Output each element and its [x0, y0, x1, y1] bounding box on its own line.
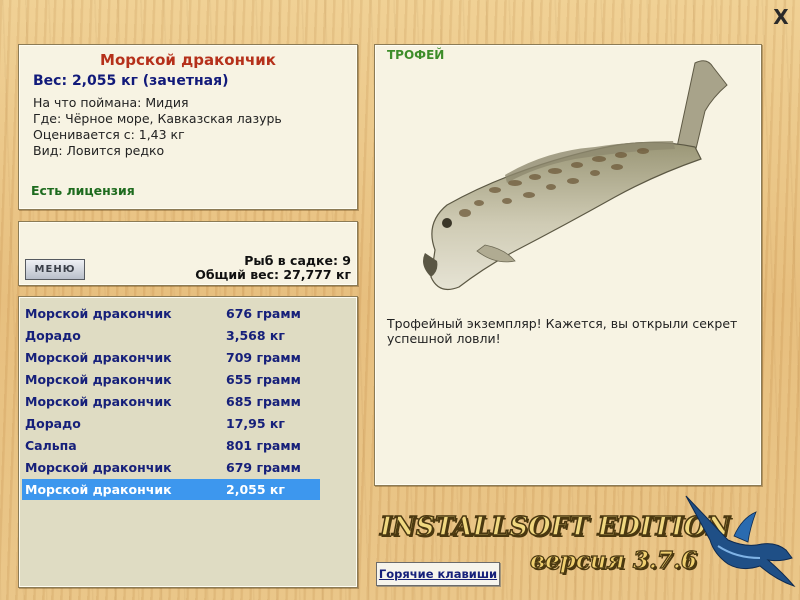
close-icon[interactable]: X	[770, 6, 792, 28]
catch-fish-name: Морской дракончик	[25, 394, 172, 409]
catch-fish-weight: 3,568 кг	[226, 328, 285, 343]
catch-row[interactable]: Морской дракончик 676 грамм	[22, 303, 320, 324]
rating-line: Оценивается с: 1,43 кг	[33, 127, 185, 142]
catch-fish-name: Морской дракончик	[25, 482, 172, 497]
license-status: Есть лицензия	[31, 183, 135, 198]
catch-row[interactable]: Морской дракончик 685 грамм	[22, 391, 320, 412]
menu-button[interactable]: МЕНЮ	[25, 259, 85, 280]
catch-fish-weight: 17,95 кг	[226, 416, 285, 431]
fish-image	[423, 60, 728, 290]
catch-fish-name: Сальпа	[25, 438, 77, 453]
catch-fish-name: Дорадо	[25, 328, 81, 343]
catch-fish-weight: 801 грамм	[226, 438, 301, 453]
catch-fish-name: Морской дракончик	[25, 306, 172, 321]
bait-line: На что поймана: Мидия	[33, 95, 189, 110]
keepnet-summary-panel: МЕНЮ Рыб в садке: 9 Общий вес: 27,777 кг	[18, 221, 358, 286]
keepnet-count: Рыб в садке: 9	[244, 253, 351, 268]
catch-fish-weight: 679 грамм	[226, 460, 301, 475]
fish-weight: Вес: 2,055 кг (зачетная)	[33, 73, 229, 89]
catch-fish-weight: 655 грамм	[226, 372, 301, 387]
catch-row[interactable]: Дорадо 17,95 кг	[22, 413, 320, 434]
catch-fish-weight: 2,055 кг	[226, 482, 285, 497]
catch-fish-name: Дорадо	[25, 416, 81, 431]
catch-row[interactable]: Морской дракончик 679 грамм	[22, 457, 320, 478]
rarity-line: Вид: Ловится редко	[33, 143, 165, 158]
catch-row[interactable]: Морской дракончик 2,055 кг	[22, 479, 320, 500]
catch-fish-name: Морской дракончик	[25, 460, 172, 475]
trophy-panel: ТРОФЕЙ Трофейный экземпляр! Кажется, вы …	[374, 44, 762, 486]
catch-fish-weight: 709 грамм	[226, 350, 301, 365]
catch-row[interactable]: Дорадо 3,568 кг	[22, 325, 320, 346]
total-weight: Общий вес: 27,777 кг	[195, 267, 351, 282]
catch-row[interactable]: Морской дракончик 655 грамм	[22, 369, 320, 390]
catch-row[interactable]: Морской дракончик 709 грамм	[22, 347, 320, 368]
catch-fish-weight: 685 грамм	[226, 394, 301, 409]
marlin-logo	[685, 495, 796, 588]
catch-fish-name: Морской дракончик	[25, 372, 172, 387]
location-line: Где: Чёрное море, Кавказская лазурь	[33, 111, 282, 126]
catch-fish-name: Морской дракончик	[25, 350, 172, 365]
catch-row[interactable]: Сальпа 801 грамм	[22, 435, 320, 456]
catch-fish-weight: 676 грамм	[226, 306, 301, 321]
trophy-description: Трофейный экземпляр! Кажется, вы открыли…	[387, 316, 738, 346]
logo-version: версия 3.7.6	[529, 546, 697, 574]
catch-list[interactable]: Морской дракончик 676 грамм Дорадо 3,568 кг…	[18, 296, 358, 588]
fish-title: Морской дракончик	[100, 51, 276, 69]
fish-info-panel: Морской дракончик Вес: 2,055 кг (зачетна…	[18, 44, 358, 210]
hotkeys-button[interactable]: Горячие клавиши	[376, 562, 500, 586]
